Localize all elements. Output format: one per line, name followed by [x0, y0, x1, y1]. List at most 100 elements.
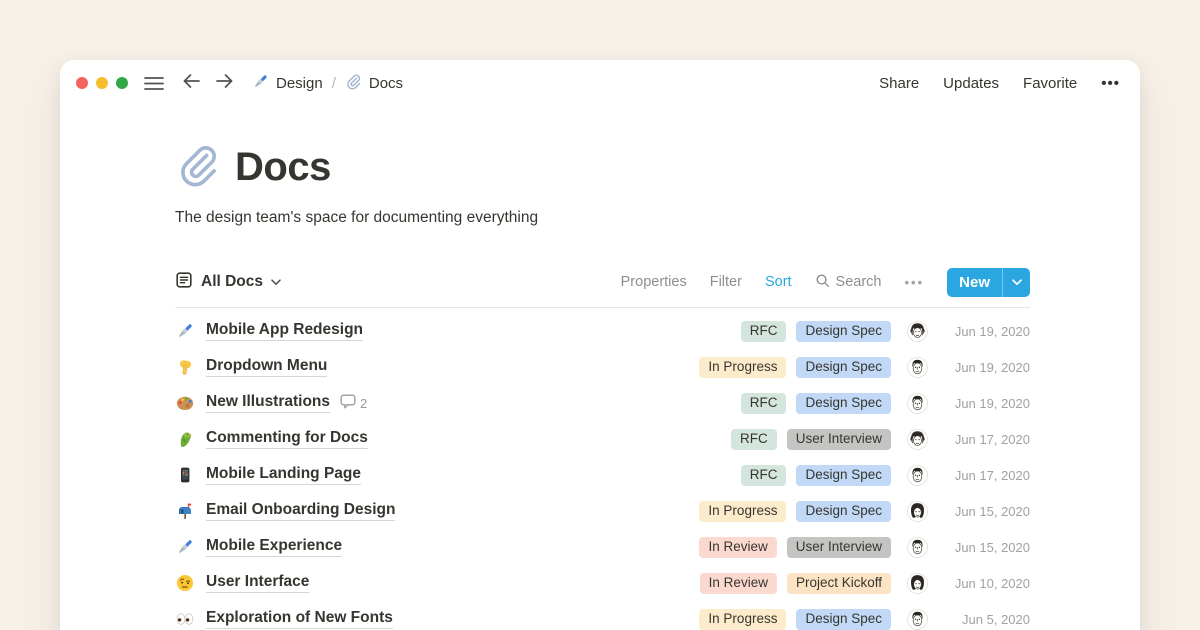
new-button-label: New [947, 268, 1002, 297]
more-options-icon[interactable]: ••• [1101, 75, 1120, 92]
table-row[interactable]: Email Onboarding Design In Progress Design… [175, 493, 1030, 529]
doc-date: Jun 17, 2020 [942, 468, 1030, 483]
tag-group: RFCUser Interview [731, 429, 891, 450]
filter-button[interactable]: Filter [710, 274, 742, 290]
pointing-down-icon [175, 358, 194, 377]
tag-group: In ReviewProject Kickoff [700, 573, 891, 594]
table-toolbar: All Docs Properties Filter Sort Search [175, 265, 1030, 299]
tag-group: In Progress Design Spec [699, 609, 891, 630]
new-button-caret[interactable] [1003, 268, 1030, 297]
tag-group: RFCDesign Spec [741, 465, 891, 486]
tag-group: In ReviewUser Interview [699, 537, 891, 558]
tag: Design Spec [796, 357, 891, 378]
tag: Design Spec [796, 501, 891, 522]
toolbar-more-icon[interactable]: ••• [905, 275, 925, 290]
avatar [907, 321, 928, 342]
share-button[interactable]: Share [879, 75, 919, 92]
doc-title-link[interactable]: Mobile App Redesign [206, 321, 363, 341]
zoom-window-icon[interactable] [116, 77, 128, 89]
breadcrumb: Design / Docs [252, 73, 403, 94]
tag-group: RFC Design Spec [741, 393, 891, 414]
search-button[interactable]: Search [815, 273, 882, 292]
palette-icon [175, 394, 194, 413]
doc-title-link[interactable]: Mobile Landing Page [206, 465, 361, 485]
table-row[interactable]: New Illustrations2RFCDesign SpecJun 19, … [175, 385, 1030, 421]
avatar [907, 357, 928, 378]
search-icon [815, 273, 830, 292]
table-row[interactable]: User Interface In ReviewProject Kickoff Ju… [175, 565, 1030, 601]
desktop-background: Design / Docs Share Updates Favorite ••• [0, 0, 1200, 630]
chevron-down-icon [271, 273, 281, 291]
doc-title-link[interactable]: Mobile Experience [206, 537, 342, 557]
doc-date: Jun 19, 2020 [942, 324, 1030, 339]
eyes-icon [175, 610, 194, 629]
mobile-phone-icon [175, 466, 194, 485]
tag: Design Spec [796, 393, 891, 414]
minimize-window-icon[interactable] [96, 77, 108, 89]
doc-title-link[interactable]: Commenting for Docs [206, 429, 368, 449]
back-arrow-icon[interactable] [182, 73, 201, 94]
doc-title-link[interactable]: Email Onboarding Design [206, 501, 395, 521]
favorite-button[interactable]: Favorite [1023, 75, 1077, 92]
doc-title-link[interactable]: New Illustrations [206, 393, 330, 413]
tag: In Progress [699, 609, 786, 630]
doc-date: Jun 5, 2020 [942, 612, 1030, 627]
page-subtitle: The design team's space for documenting … [175, 209, 1030, 227]
doc-date: Jun 19, 2020 [942, 360, 1030, 375]
mailbox-icon [175, 502, 194, 521]
avatar [907, 573, 928, 594]
doc-title-link[interactable]: Exploration of New Fonts [206, 609, 393, 629]
table-row[interactable]: Commenting for Docs RFCUser Interview Jun … [175, 421, 1030, 457]
tag: RFC [741, 321, 787, 342]
updates-button[interactable]: Updates [943, 75, 999, 92]
face-raised-eyebrow-icon [175, 574, 194, 593]
avatar [907, 537, 928, 558]
table-row[interactable]: Mobile Experience In ReviewUser Interview… [175, 529, 1030, 565]
tag: In Review [699, 537, 776, 558]
doc-date: Jun 10, 2020 [942, 576, 1030, 591]
properties-button[interactable]: Properties [621, 274, 687, 290]
journal-icon [175, 271, 193, 294]
tag: Design Spec [796, 609, 891, 630]
breadcrumb-item-docs[interactable]: Docs [345, 73, 403, 94]
comment-count: 2 [360, 396, 367, 411]
view-switcher[interactable]: All Docs [175, 271, 281, 294]
sort-button[interactable]: Sort [765, 274, 792, 290]
doc-title-link[interactable]: Dropdown Menu [206, 357, 327, 377]
new-button[interactable]: New [947, 268, 1030, 297]
breadcrumb-separator: / [331, 75, 337, 92]
close-window-icon[interactable] [76, 77, 88, 89]
forward-arrow-icon[interactable] [215, 73, 234, 94]
tag: RFC [731, 429, 777, 450]
avatar [907, 609, 928, 630]
comment-count-badge[interactable]: 2 [340, 394, 367, 412]
doc-date: Jun 17, 2020 [942, 432, 1030, 447]
app-window: Design / Docs Share Updates Favorite ••• [60, 60, 1140, 630]
tag: RFC [741, 393, 787, 414]
avatar [907, 393, 928, 414]
paintbrush-icon [252, 73, 269, 94]
tag-group: In ProgressDesign Spec [699, 357, 891, 378]
page-paperclip-icon[interactable] [175, 142, 221, 193]
comment-icon [340, 394, 356, 412]
page-title: Docs [235, 145, 331, 190]
avatar [907, 465, 928, 486]
view-label: All Docs [201, 273, 263, 291]
sidebar-menu-icon[interactable] [144, 76, 164, 91]
parrot-icon [175, 430, 194, 449]
breadcrumb-item-design[interactable]: Design [252, 73, 323, 94]
breadcrumb-label: Docs [369, 75, 403, 92]
tag: Design Spec [796, 465, 891, 486]
table-row[interactable]: Exploration of New Fonts In Progress Desig… [175, 601, 1030, 630]
tag: Design Spec [796, 321, 891, 342]
table-row[interactable]: Mobile Landing Page RFCDesign Spec Jun 17,… [175, 457, 1030, 493]
breadcrumb-label: Design [276, 75, 323, 92]
doc-date: Jun 15, 2020 [942, 540, 1030, 555]
table-row[interactable]: Dropdown Menu In ProgressDesign Spec Jun 1… [175, 349, 1030, 385]
window-controls [76, 77, 128, 89]
paintbrush-icon [175, 322, 194, 341]
doc-title-link[interactable]: User Interface [206, 573, 309, 593]
window-topbar: Design / Docs Share Updates Favorite ••• [60, 60, 1140, 106]
tag: In Progress [699, 501, 786, 522]
table-row[interactable]: Mobile App Redesign RFC Design Spec Jun 19,… [175, 313, 1030, 349]
